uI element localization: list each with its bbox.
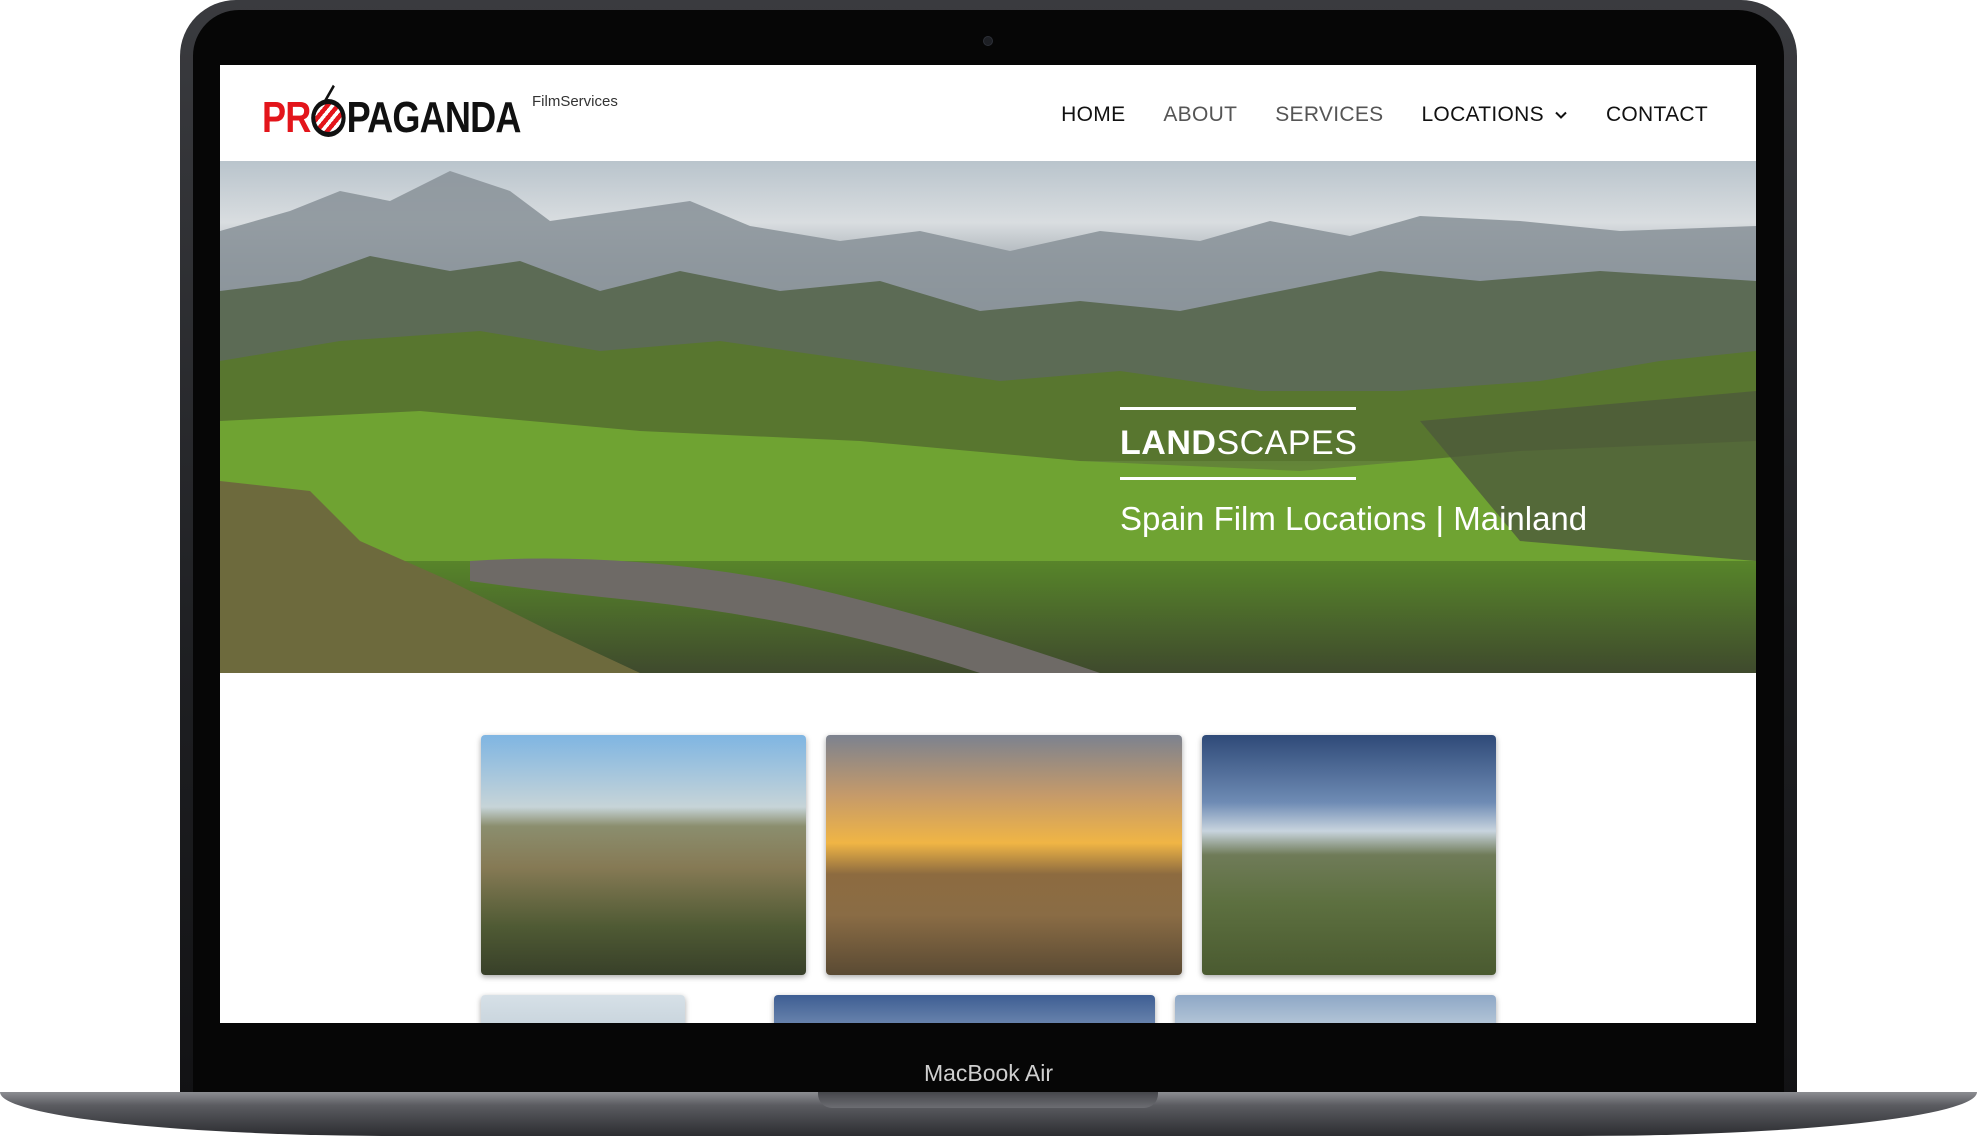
tv-icon <box>311 99 346 137</box>
hero-title-rest: SCAPES <box>1216 424 1358 462</box>
gallery-tile-4[interactable] <box>481 995 685 1023</box>
nav-locations-label: LOCATIONS <box>1421 103 1544 126</box>
nav-contact[interactable]: CONTACT <box>1606 103 1708 127</box>
gallery-tile-observatory-sunset[interactable] <box>826 735 1182 975</box>
gallery-tile-ronda-gorge[interactable] <box>481 735 806 975</box>
device-label: MacBook Air <box>923 1060 1054 1086</box>
laptop-base-notch <box>818 1092 1158 1108</box>
hero-top-rule <box>1120 407 1356 410</box>
browser-viewport: PR PAGANDA FilmServices HOME ABOUT SERVI… <box>220 65 1756 1023</box>
gallery-tile-5[interactable] <box>774 995 1155 1023</box>
hero-subtitle: Spain Film Locations | Mainland <box>1120 500 1588 537</box>
location-gallery <box>220 673 1756 1023</box>
logo-text-part2: PAGANDA <box>346 93 522 142</box>
hero-banner: LANDSCAPES Spain Film Locations | Mainla… <box>220 161 1756 673</box>
site-header: PR PAGANDA FilmServices HOME ABOUT SERVI… <box>220 65 1756 161</box>
camera-icon <box>983 36 993 46</box>
main-nav: HOME ABOUT SERVICES LOCATIONS CONTACT <box>1061 103 1708 127</box>
hero-title: LANDSCAPES <box>1120 424 1587 463</box>
logo-text-part1: PR <box>262 93 311 142</box>
nav-home[interactable]: HOME <box>1061 103 1125 127</box>
hero-title-bold: LAND <box>1120 424 1217 462</box>
hero-bottom-rule <box>1120 477 1356 480</box>
logo-tagline: FilmServices <box>532 93 618 110</box>
site-logo[interactable]: PR PAGANDA <box>262 93 521 143</box>
gallery-tile-boardwalk[interactable] <box>1202 735 1496 975</box>
nav-about[interactable]: ABOUT <box>1163 103 1237 127</box>
gallery-tile-6[interactable] <box>1175 995 1496 1023</box>
nav-locations[interactable]: LOCATIONS <box>1421 103 1568 127</box>
chevron-down-icon[interactable] <box>1554 108 1568 122</box>
nav-services[interactable]: SERVICES <box>1275 103 1383 127</box>
hero-text-block: LANDSCAPES Spain Film Locations | Mainla… <box>1120 407 1587 538</box>
